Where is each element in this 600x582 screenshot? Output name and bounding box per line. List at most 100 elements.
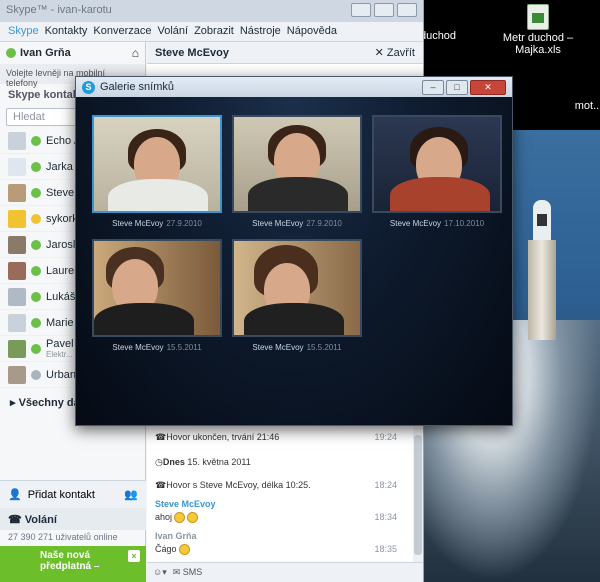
message-time: 18:34 xyxy=(374,512,397,522)
status-online-icon xyxy=(31,291,41,302)
sender-row: Ivan Grňa xyxy=(147,531,403,541)
skype-titlebar: Skype™ - ivan-karotu xyxy=(0,0,423,22)
message-sender: Steve McEvoy xyxy=(155,499,216,509)
add-contact-button[interactable]: 👤 Přidat kontakt 👥 xyxy=(0,480,146,508)
snapshot-author: Steve McEvoy xyxy=(112,219,164,228)
status-away-icon xyxy=(31,213,41,224)
snapshot-author: Steve McEvoy xyxy=(389,219,442,228)
menu-skype[interactable]: Skype xyxy=(8,25,39,38)
close-conversation-button[interactable]: ✕ Zavřít xyxy=(375,46,415,59)
message-row: ahoj 18:34 xyxy=(147,512,403,523)
menu-volani[interactable]: Volání xyxy=(157,25,188,38)
menu-zobrazit[interactable]: Zobrazit xyxy=(194,25,234,38)
gallery-title: Galerie snímků xyxy=(100,81,174,93)
conversation-scrollbar[interactable] xyxy=(413,427,423,567)
status-online-icon xyxy=(31,265,41,276)
menu-napoveda[interactable]: Nápověda xyxy=(287,25,337,38)
snapshot-date: 27.9.2010 xyxy=(166,219,202,228)
desktop-icon-label: Metr duchod – Majka.xls xyxy=(502,32,574,56)
snapshot-thumbnail[interactable] xyxy=(92,115,222,213)
date-text: 15. května 2011 xyxy=(187,457,251,467)
add-contact-label: Přidat kontakt xyxy=(27,488,95,501)
avatar xyxy=(8,365,26,384)
desktop-icon-label: mot.. xyxy=(574,100,600,112)
snapshot-gallery-window: S Galerie snímků – □ ✕ Steve McEvoy 27.9.… xyxy=(75,76,513,426)
desktop-icon-mot[interactable]: mot.. xyxy=(572,100,600,112)
call-icon: ☎ xyxy=(155,480,167,490)
promo-line-1: Naše nová xyxy=(40,550,91,561)
maximize-button[interactable]: □ xyxy=(446,79,468,95)
message-time: 19:24 xyxy=(374,432,397,442)
snapshot-caption: Steve McEvoy 27.9.2010 xyxy=(232,219,362,228)
snapshot-date: 27.9.2010 xyxy=(306,219,342,228)
smiley-emoticon xyxy=(178,544,190,555)
message-text: Hovor s Steve McEvoy, délka 10:25. xyxy=(166,480,311,490)
avatar xyxy=(8,287,26,306)
message-text: Čágo xyxy=(155,544,177,554)
snapshot-thumbnail[interactable] xyxy=(232,239,362,337)
sms-label: SMS xyxy=(182,567,203,577)
conversation-title: Steve McEvoy xyxy=(155,46,229,59)
desktop-icon-xls[interactable]: Metr duchod – Majka.xls xyxy=(498,4,578,56)
call-end-icon: ☎ xyxy=(155,432,167,442)
home-icon[interactable]: ⌂ xyxy=(132,46,139,60)
status-online-icon xyxy=(31,135,41,146)
message-row: Čágo 18:35 xyxy=(147,544,403,555)
avatar xyxy=(8,313,26,332)
smiley-emoticon xyxy=(187,512,199,523)
add-contact-icon: 👤 xyxy=(8,489,22,501)
close-button[interactable]: ✕ xyxy=(470,79,506,95)
snapshot-caption: Steve McEvoy 15.5.2011 xyxy=(92,343,222,352)
menu-bar: Skype Kontakty Konverzace Volání Zobrazi… xyxy=(0,22,423,42)
message-text: ahoj xyxy=(155,512,173,522)
status-online-icon xyxy=(31,317,41,328)
snapshot-date: 15.5.2011 xyxy=(166,343,202,352)
snapshot-thumbnail[interactable] xyxy=(232,115,362,213)
avatar xyxy=(8,261,26,280)
minimize-button[interactable] xyxy=(351,3,371,17)
excel-file-icon xyxy=(527,4,549,30)
smiley-emoticon xyxy=(174,512,186,523)
calls-label: Volání xyxy=(24,514,57,526)
online-count: 27 390 271 uživatelů online xyxy=(8,532,118,542)
promo-close-icon[interactable]: × xyxy=(128,550,140,562)
status-offline-icon xyxy=(31,369,41,380)
subscription-promo[interactable]: Naše nová předplatná – × xyxy=(0,546,146,582)
snapshot-author: Steve McEvoy xyxy=(252,343,304,352)
message-text: Hovor ukončen, trvání 21:46 xyxy=(166,432,280,442)
emoticon-picker-icon[interactable]: ☺▾ xyxy=(153,567,167,578)
status-online-icon xyxy=(31,343,41,354)
menu-kontakty[interactable]: Kontakty xyxy=(45,25,88,38)
close-button[interactable] xyxy=(397,3,417,17)
sms-icon[interactable]: ✉ SMS xyxy=(173,567,203,578)
snapshot-thumbnail[interactable] xyxy=(372,115,502,213)
menu-nastroje[interactable]: Nástroje xyxy=(240,25,281,38)
date-separator: ◷ Dnes 15. května 2011 xyxy=(147,457,403,468)
snapshot-caption: Steve McEvoy 17.10.2010 xyxy=(372,219,502,228)
avatar xyxy=(8,131,26,150)
minimize-button[interactable]: – xyxy=(422,79,444,95)
maximize-button[interactable] xyxy=(374,3,394,17)
status-online-icon xyxy=(31,187,41,198)
profile-row[interactable]: Ivan Grňa ⌂ xyxy=(0,42,145,64)
message-time: 18:24 xyxy=(374,480,397,490)
profile-name[interactable]: Ivan Grňa xyxy=(20,47,71,59)
add-group-icon[interactable]: 👥 xyxy=(124,488,138,501)
snapshot-thumbnail[interactable] xyxy=(92,239,222,337)
calls-heading[interactable]: ☎ Volání xyxy=(0,508,146,530)
gallery-body: Steve McEvoy 27.9.2010 Steve McEvoy 27.9.2… xyxy=(76,97,512,425)
avatar xyxy=(8,235,26,254)
desktop-icon-duchod[interactable]: duchod xyxy=(418,30,458,42)
call-row: ☎ Hovor s Steve McEvoy, délka 10:25. 18:… xyxy=(147,480,403,491)
snapshot-date: 17.10.2010 xyxy=(444,219,485,228)
snapshot-author: Steve McEvoy xyxy=(112,343,164,352)
status-online-icon xyxy=(31,161,41,172)
menu-konverzace[interactable]: Konverzace xyxy=(93,25,151,38)
status-online-icon[interactable] xyxy=(6,48,16,58)
close-conversation-label: Zavřít xyxy=(386,47,415,59)
message-sender: Ivan Grňa xyxy=(155,531,197,541)
message-time: 18:35 xyxy=(374,544,397,554)
date-bold: Dnes xyxy=(162,457,185,467)
sender-row: Steve McEvoy xyxy=(147,499,403,509)
gallery-titlebar: S Galerie snímků – □ ✕ xyxy=(76,77,512,97)
